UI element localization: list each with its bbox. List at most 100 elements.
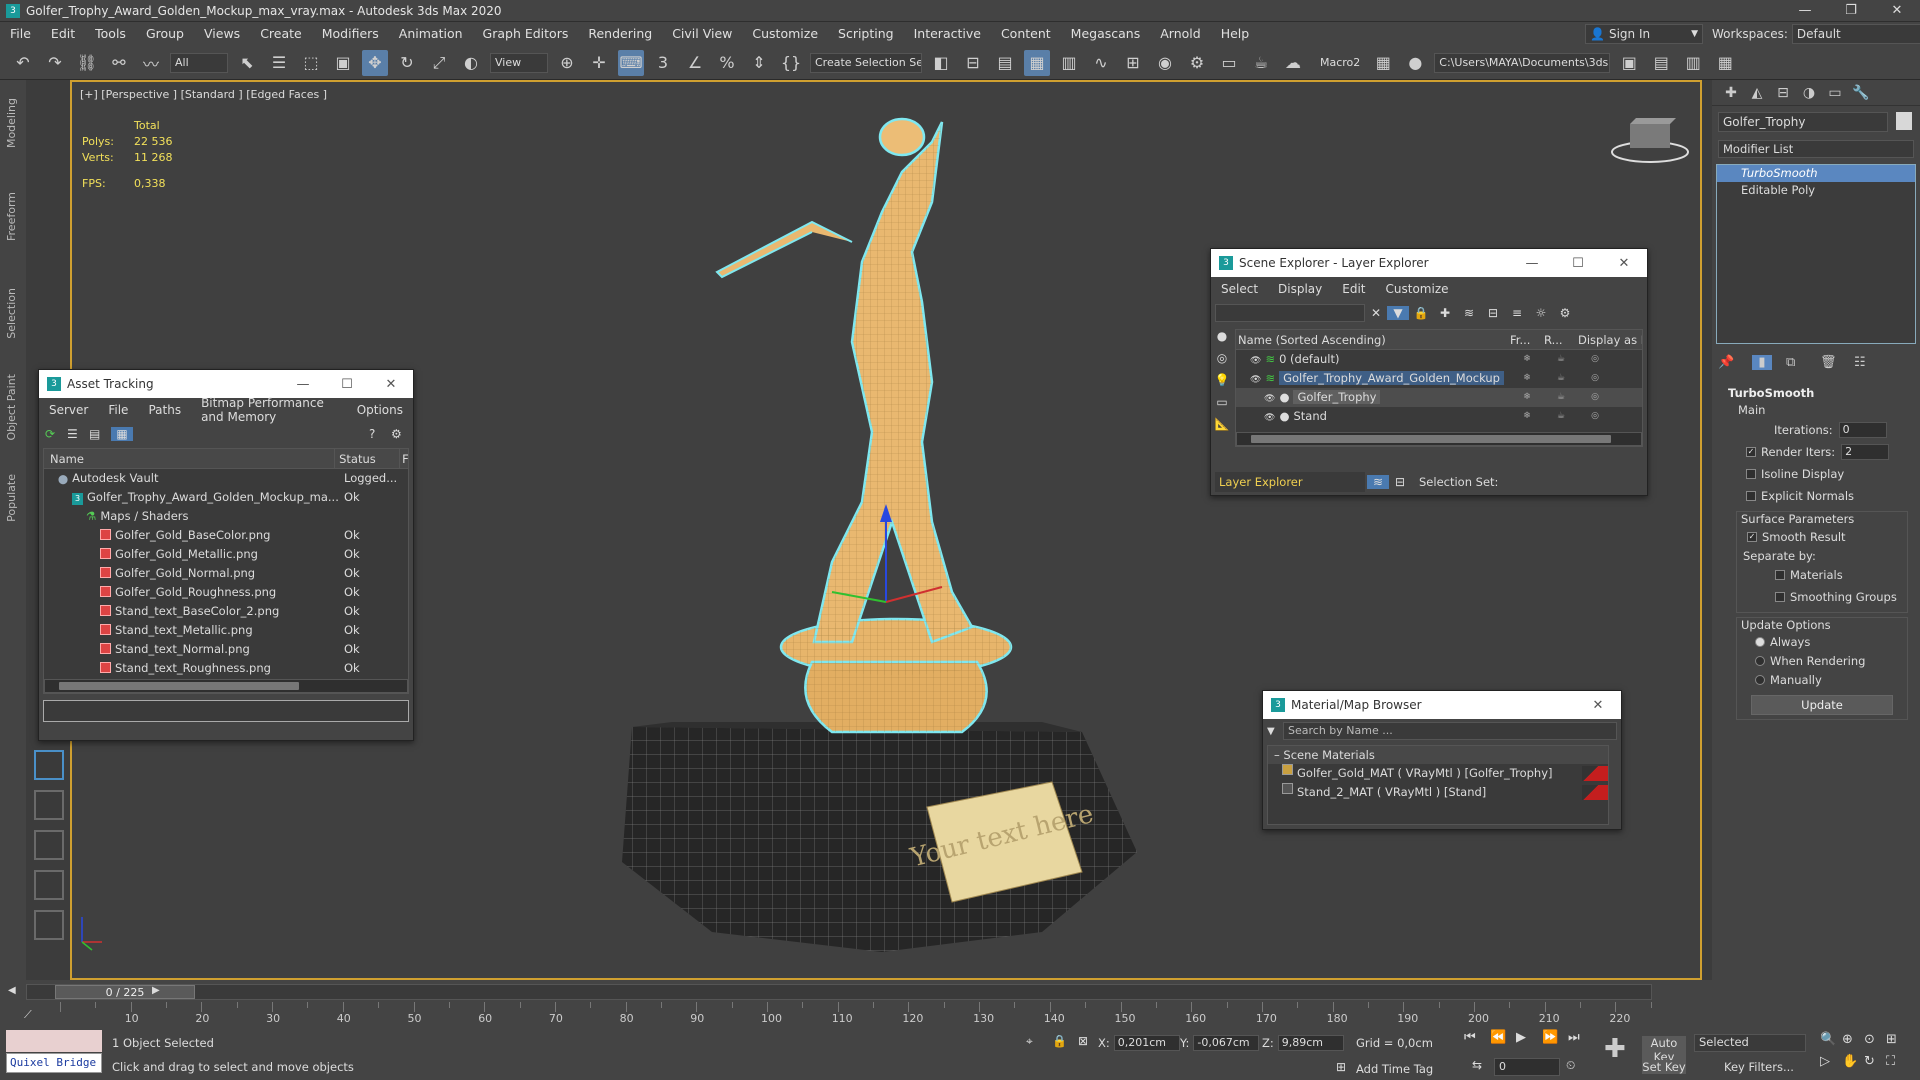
close-button[interactable]: ✕ bbox=[369, 377, 413, 392]
help-icon[interactable]: ? bbox=[369, 427, 391, 441]
table-row[interactable]: Golfer_Gold_Roughness.png Ok bbox=[44, 583, 408, 602]
tab-selection[interactable]: Selection bbox=[5, 288, 18, 339]
update-button[interactable]: Update bbox=[1751, 695, 1893, 715]
table-row[interactable]: Stand_text_BaseColor_2.png Ok bbox=[44, 602, 408, 621]
display-objects-icon[interactable]: ● bbox=[1211, 329, 1233, 351]
zoom-all-icon[interactable]: ⊕ bbox=[1842, 1032, 1864, 1054]
key-filters-button[interactable]: Key Filters... bbox=[1724, 1060, 1794, 1074]
edit-named-sets-icon[interactable]: {} bbox=[778, 50, 804, 76]
smooth-result-checkbox[interactable]: ✓ bbox=[1747, 532, 1757, 542]
menu-content[interactable]: Content bbox=[991, 22, 1061, 46]
column-header-f[interactable]: F bbox=[400, 449, 408, 468]
minimize-button[interactable]: — bbox=[1509, 256, 1555, 271]
close-button[interactable]: ✕ bbox=[1601, 256, 1647, 271]
set-key-button[interactable]: Set Key bbox=[1642, 1060, 1686, 1074]
filter-icon[interactable]: ▼ bbox=[1387, 306, 1409, 320]
maxscript-listener[interactable] bbox=[6, 1030, 102, 1052]
material-search-input[interactable]: Search by Name ... bbox=[1283, 722, 1617, 740]
current-frame-field[interactable]: 0 bbox=[1494, 1058, 1560, 1076]
select-object-icon[interactable]: ⬉ bbox=[234, 50, 260, 76]
time-config-icon[interactable]: ⏲ bbox=[1566, 1058, 1575, 1073]
z-coordinate-field[interactable]: 9,89cm bbox=[1277, 1035, 1344, 1051]
show-end-result-icon[interactable]: ▮ bbox=[1752, 354, 1772, 370]
box-display-icon[interactable]: ◎ bbox=[1578, 388, 1612, 407]
clear-search-icon[interactable]: ✕ bbox=[1365, 306, 1387, 320]
track-bar[interactable]: 10 20 30 40 50 60 70 80 90 100 110 120 130 140 150 160 1… bbox=[60, 1002, 1652, 1026]
layout-four-icon[interactable] bbox=[34, 910, 64, 940]
move-icon[interactable]: ✥ bbox=[362, 49, 388, 76]
layer-stack-icon[interactable]: ≡ bbox=[1505, 306, 1529, 320]
menu-group[interactable]: Group bbox=[136, 22, 194, 46]
prev-frame-icon[interactable]: ◀ bbox=[8, 985, 16, 996]
material-item[interactable]: Stand_2_MAT ( VRayMtl ) [Stand] bbox=[1268, 783, 1608, 802]
render-teapot-icon[interactable]: ☕ bbox=[1544, 369, 1578, 388]
time-tag-icon[interactable]: ⊞ bbox=[1336, 1060, 1346, 1074]
list-view-icon[interactable]: ☰ bbox=[67, 427, 89, 441]
pivot-icon[interactable]: ⊕ bbox=[554, 50, 580, 76]
project-icon-3[interactable]: ▥ bbox=[1680, 50, 1706, 76]
menu-help[interactable]: Help bbox=[1211, 22, 1260, 46]
menu-item[interactable]: Customize bbox=[1376, 282, 1459, 296]
spinner-snap-icon[interactable]: ⇕ bbox=[746, 50, 772, 76]
add-to-layer-icon[interactable]: ⊟ bbox=[1481, 306, 1505, 320]
tab-freeform[interactable]: Freeform bbox=[5, 192, 18, 241]
asset-path-field[interactable] bbox=[43, 700, 409, 722]
zoom-extents-icon[interactable]: ⊙ bbox=[1864, 1032, 1886, 1054]
scene-materials-group[interactable]: – Scene Materials bbox=[1268, 746, 1608, 764]
workspace-dropdown[interactable]: Default bbox=[1791, 24, 1920, 44]
fov-icon[interactable]: ▷ bbox=[1820, 1054, 1842, 1076]
angle-snap-icon[interactable]: ∠ bbox=[682, 50, 708, 76]
visibility-eye-icon[interactable]: 👁 bbox=[1264, 394, 1275, 404]
menu-civil-view[interactable]: Civil View bbox=[662, 22, 742, 46]
go-to-end-icon[interactable]: ⏭ bbox=[1568, 1030, 1594, 1045]
unlink-icon[interactable]: ⚯ bbox=[106, 50, 132, 76]
mirror-icon[interactable]: ◧ bbox=[928, 50, 954, 76]
menu-scripting[interactable]: Scripting bbox=[828, 22, 904, 46]
schematic-view-icon[interactable]: ⊞ bbox=[1120, 50, 1146, 76]
render-teapot-icon[interactable]: ☕ bbox=[1544, 388, 1578, 407]
modify-tab-icon[interactable]: ◭ bbox=[1744, 85, 1770, 101]
link-icon[interactable]: ⛓ bbox=[74, 50, 100, 76]
make-unique-icon[interactable]: ⧉ bbox=[1786, 355, 1820, 370]
hide-icon[interactable]: ⚙ bbox=[1553, 306, 1577, 320]
freeze-icon[interactable]: ❄ bbox=[1510, 350, 1544, 369]
minimize-button[interactable]: — bbox=[1782, 0, 1828, 22]
menu-item[interactable]: Paths bbox=[138, 403, 191, 417]
box-display-icon[interactable]: ◎ bbox=[1578, 369, 1612, 388]
tab-populate[interactable]: Populate bbox=[5, 474, 18, 522]
table-row[interactable]: Stand_text_Metallic.png Ok bbox=[44, 621, 408, 640]
display-lights-icon[interactable]: 💡 bbox=[1211, 373, 1233, 395]
hierarchy-tab-icon[interactable]: ⊟ bbox=[1770, 85, 1796, 101]
rendered-frame-icon[interactable]: ▭ bbox=[1216, 50, 1242, 76]
isolate-icon[interactable]: ⌖ bbox=[1026, 1034, 1033, 1049]
zoom-icon[interactable]: 🔍 bbox=[1820, 1032, 1842, 1054]
maximize-button[interactable]: ❐ bbox=[1828, 0, 1874, 22]
sort-hierarchy-icon[interactable]: ⊟ bbox=[1389, 475, 1411, 489]
scale-icon[interactable]: ⤢ bbox=[426, 50, 452, 76]
prev-key-icon[interactable]: ⏪ bbox=[1490, 1030, 1516, 1045]
column-header-status[interactable]: Status bbox=[335, 449, 401, 468]
render-teapot-icon[interactable]: ☕ bbox=[1544, 407, 1578, 426]
create-tab-icon[interactable]: ✚ bbox=[1718, 85, 1744, 101]
go-to-start-icon[interactable]: ⏮ bbox=[1464, 1030, 1490, 1045]
project-icon-2[interactable]: ▤ bbox=[1648, 50, 1674, 76]
menu-rendering[interactable]: Rendering bbox=[578, 22, 662, 46]
render-iterative-icon[interactable]: ☁ bbox=[1280, 50, 1306, 76]
detail-view-icon[interactable]: ▤ bbox=[89, 427, 111, 441]
quixel-bridge-field[interactable]: Quixel Bridge bbox=[6, 1053, 102, 1073]
freeze-icon[interactable]: ❄ bbox=[1510, 369, 1544, 388]
object-color-swatch[interactable] bbox=[1896, 112, 1912, 130]
time-slider-knob[interactable]: 0 / 225 bbox=[55, 985, 195, 999]
menu-modifiers[interactable]: Modifiers bbox=[312, 22, 389, 46]
toggle-scene-explorer-icon[interactable]: ▤ bbox=[992, 50, 1018, 76]
layout-three-icon[interactable] bbox=[34, 870, 64, 900]
iterations-spinner[interactable]: 0 bbox=[1838, 422, 1887, 438]
utilities-tab-icon[interactable]: 🔧 bbox=[1848, 85, 1874, 101]
menu-tools[interactable]: Tools bbox=[85, 22, 136, 46]
stack-item-editable-poly[interactable]: Editable Poly bbox=[1717, 182, 1915, 199]
new-layer-icon[interactable]: ✚ bbox=[1433, 306, 1457, 320]
ref-coord-dropdown[interactable]: View bbox=[490, 52, 548, 73]
render-iters-checkbox[interactable]: ✓ bbox=[1746, 447, 1756, 457]
explorer-type-dropdown[interactable]: Layer Explorer bbox=[1215, 472, 1365, 492]
object-name-field[interactable]: Golfer_Trophy bbox=[1718, 112, 1888, 132]
